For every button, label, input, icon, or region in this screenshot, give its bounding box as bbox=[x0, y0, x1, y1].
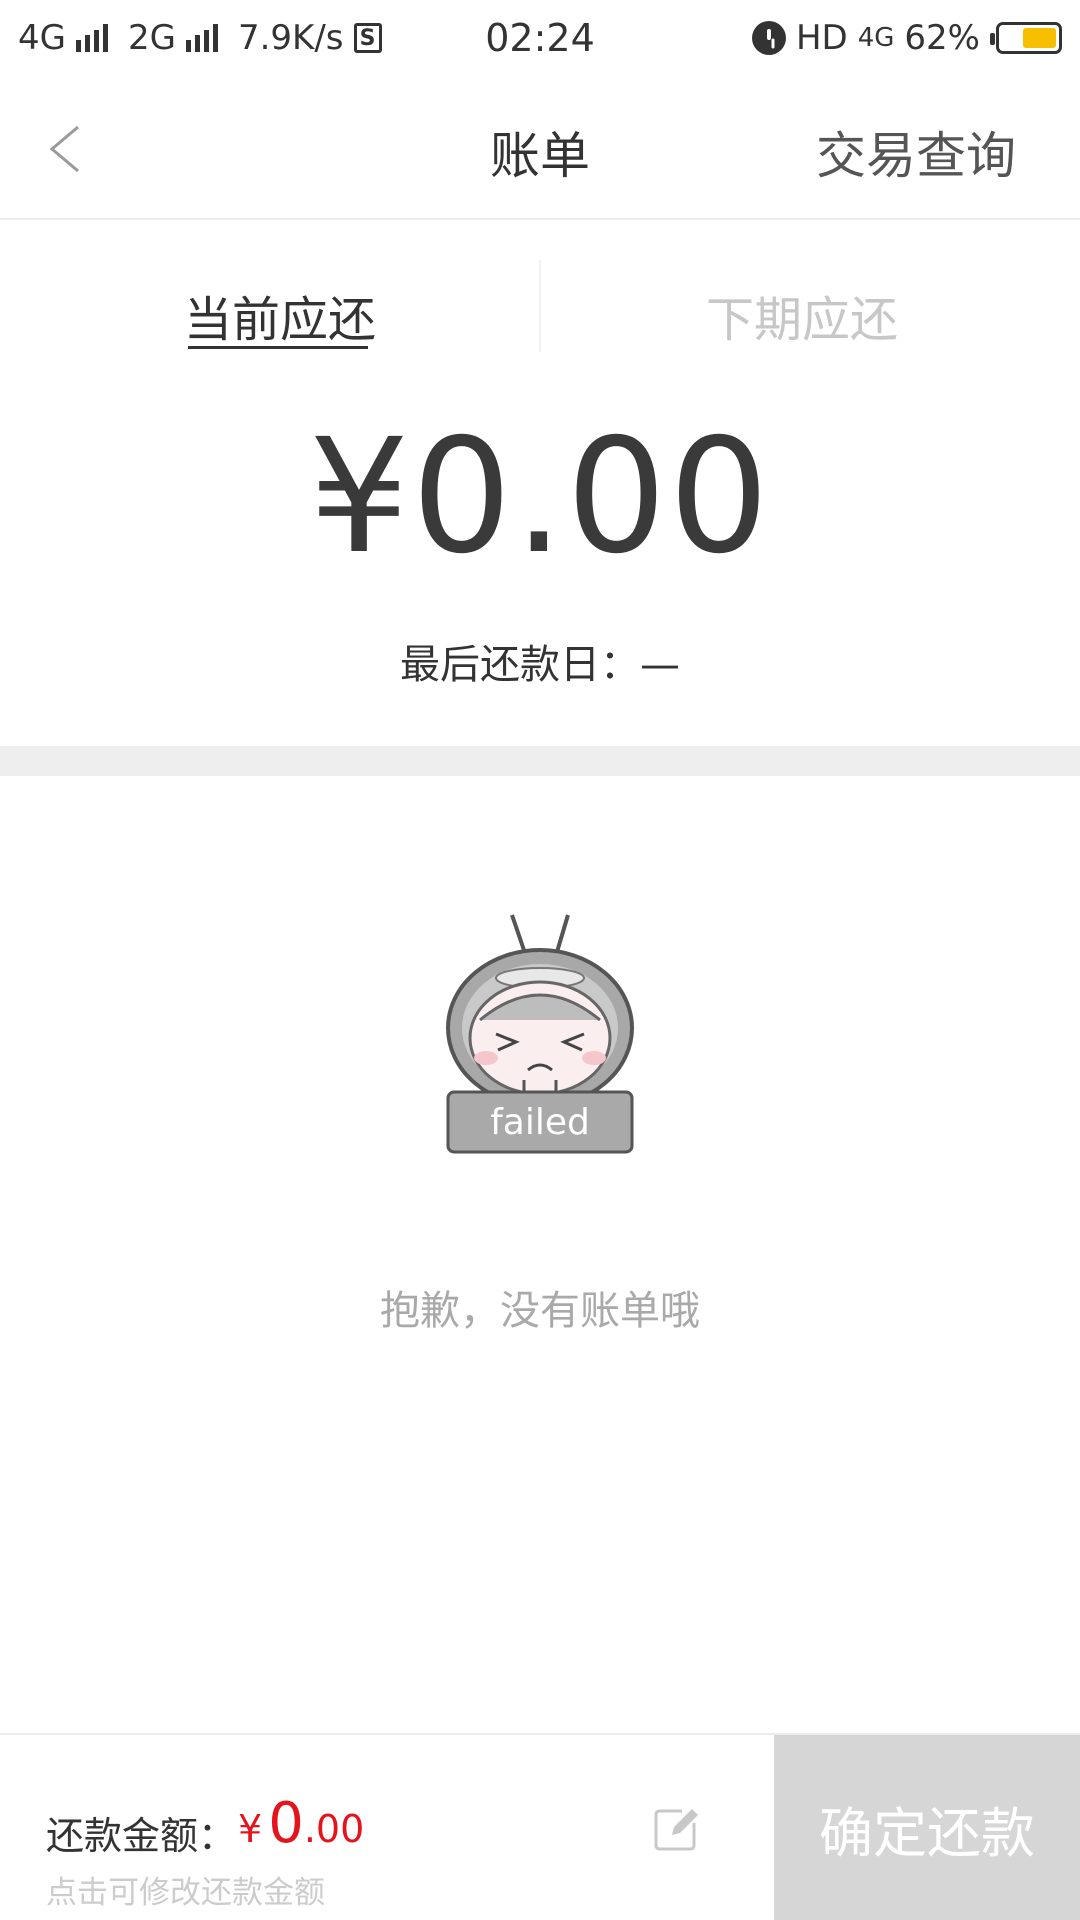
modify-amount-hint[interactable]: 点击可修改还款金额 bbox=[46, 1867, 325, 1912]
network-label-1: 4G bbox=[18, 18, 66, 58]
repay-amount-value[interactable]: ¥0.00 bbox=[238, 1791, 364, 1856]
bill-tabs: 当前应还 下期应还 bbox=[0, 222, 1080, 352]
net-type-label: 4G bbox=[857, 23, 895, 53]
nav-bar: 账单 交易查询 bbox=[0, 76, 1080, 220]
status-left: 4G 2G 7.9K/s S bbox=[18, 18, 382, 58]
battery-level bbox=[1023, 28, 1056, 48]
active-tab-indicator bbox=[188, 346, 368, 349]
confirm-repay-button[interactable]: 确定还款 bbox=[774, 1735, 1080, 1920]
failed-badge-text: failed bbox=[490, 1102, 590, 1143]
due-amount: ¥0.00 bbox=[308, 405, 772, 589]
failed-mascot-illustration: failed bbox=[446, 914, 634, 1154]
status-bar: 4G 2G 7.9K/s S 02:24 HD 4G 62% bbox=[0, 0, 1080, 76]
bottom-bar: 还款金额： ¥0.00 点击可修改还款金额 确定还款 bbox=[0, 1733, 1080, 1920]
tab-next-due[interactable]: 下期应还 bbox=[706, 280, 898, 350]
network-speed: 7.9K/s bbox=[237, 18, 344, 58]
hd-label: HD bbox=[795, 18, 848, 58]
tab-divider bbox=[539, 260, 541, 352]
last-due-date: 最后还款日：— bbox=[400, 642, 680, 688]
transaction-query-link[interactable]: 交易查询 bbox=[816, 116, 1016, 188]
battery-percent: 62% bbox=[904, 18, 980, 58]
amount-decimal: .00 bbox=[303, 1807, 365, 1851]
alarm-icon bbox=[751, 21, 786, 55]
tab-current-due[interactable]: 当前应还 bbox=[184, 280, 376, 350]
currency-symbol: ¥ bbox=[238, 1807, 263, 1851]
network-label-2: 2G bbox=[127, 18, 176, 58]
section-divider bbox=[0, 746, 1080, 776]
status-right: HD 4G 62% bbox=[751, 18, 1062, 58]
signal-icon-1 bbox=[75, 24, 108, 52]
repay-amount-label: 还款金额： bbox=[46, 1814, 237, 1858]
edit-icon[interactable] bbox=[652, 1805, 700, 1853]
amount-integer: 0 bbox=[268, 1791, 304, 1856]
battery-icon bbox=[990, 22, 1062, 54]
signal-icon-2 bbox=[185, 24, 218, 52]
empty-state-message: 抱歉，没有账单哦 bbox=[380, 1288, 700, 1334]
s-app-icon: S bbox=[353, 23, 382, 53]
